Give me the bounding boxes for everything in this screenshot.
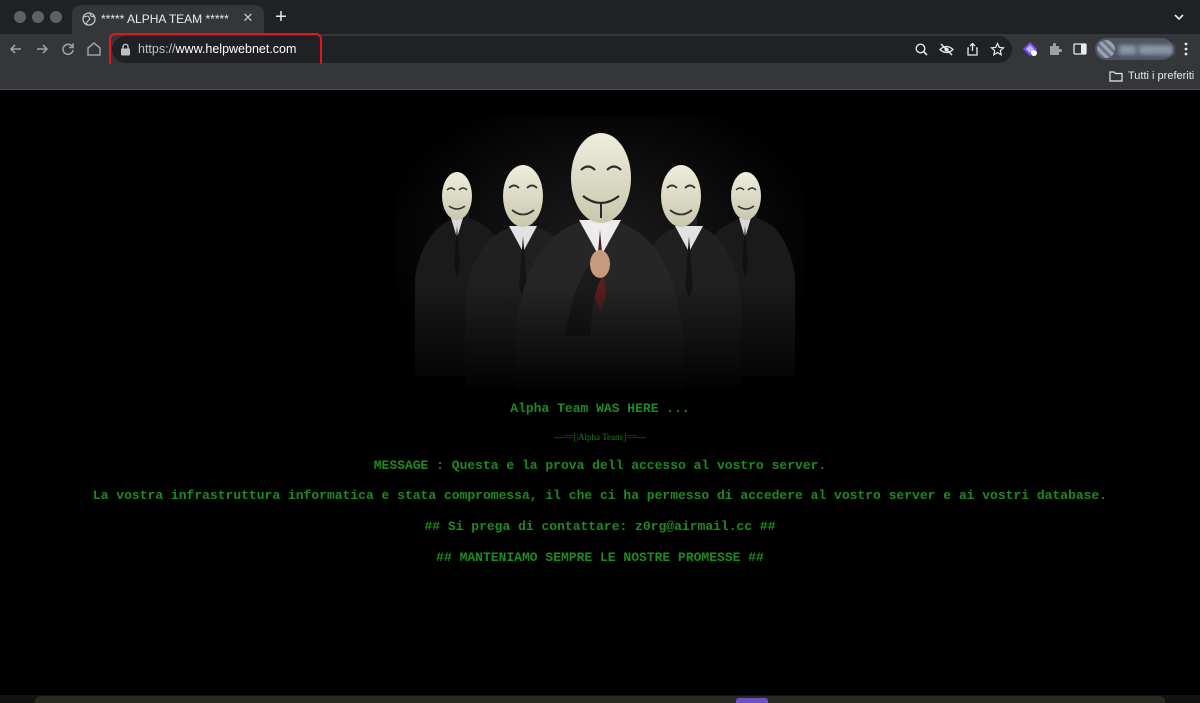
reload-icon[interactable] [58,39,78,59]
promise-line: ## MANTENIAMO SEMPRE LE NOSTRE PROMESSE … [436,550,764,565]
tab-title: ***** ALPHA TEAM ***** [101,12,229,26]
maximize-window-button[interactable] [50,11,62,23]
tab-close-icon[interactable]: ✕ [240,10,256,26]
browser-title-bar: ***** ALPHA TEAM ***** ✕ + [0,0,1200,34]
back-arrow-icon[interactable] [6,39,26,59]
masked-figures-image [395,116,805,396]
profile-button[interactable]: ▆▆ ▆▆▆▆ [1095,38,1173,60]
message-line: MESSAGE : Questa e la prova dell accesso… [373,458,827,473]
globe-icon [82,12,96,26]
dock [35,696,1165,703]
avatar [1097,40,1115,58]
forward-arrow-icon[interactable] [32,39,52,59]
bookmarks-bar: Tutti i preferiti [0,64,1200,90]
contact-line: ## Si prega di contattare: z0rg@airmail.… [424,519,776,534]
url-highlight-box [109,33,322,68]
kebab-menu-icon[interactable] [1181,41,1191,57]
infrastructure-line: La vostra infrastruttura informatica e s… [92,488,1108,503]
home-icon[interactable] [84,39,104,59]
side-panel-icon[interactable] [1072,41,1088,57]
minimize-window-button[interactable] [32,11,44,23]
new-tab-button[interactable]: + [271,7,291,28]
star-icon[interactable] [990,42,1005,57]
chevron-down-icon[interactable] [1172,10,1186,24]
puzzle-icon[interactable] [1047,41,1063,57]
all-bookmarks-link[interactable]: Tutti i preferiti [1128,70,1194,82]
extension-icon[interactable] [1022,41,1038,57]
eye-off-icon[interactable] [939,42,954,57]
browser-toolbar: https://www.helpwebnet.com ▆▆ ▆▆▆▆ [0,33,1200,68]
headline: Alpha Team WAS HERE ... [510,401,690,416]
web-page: Alpha Team WAS HERE ... ---==[|Alpha Tea… [0,91,1200,695]
folder-icon [1109,71,1123,82]
signature: ---==[|Alpha Team|]==--- [554,432,646,442]
close-window-button[interactable] [14,11,26,23]
profile-name-blurred: ▆▆ ▆▆▆▆ [1119,43,1173,55]
dock-app-icon[interactable] [736,698,768,703]
browser-tab[interactable]: ***** ALPHA TEAM ***** ✕ [72,5,264,34]
zoom-icon[interactable] [914,42,929,57]
share-icon[interactable] [965,42,980,57]
